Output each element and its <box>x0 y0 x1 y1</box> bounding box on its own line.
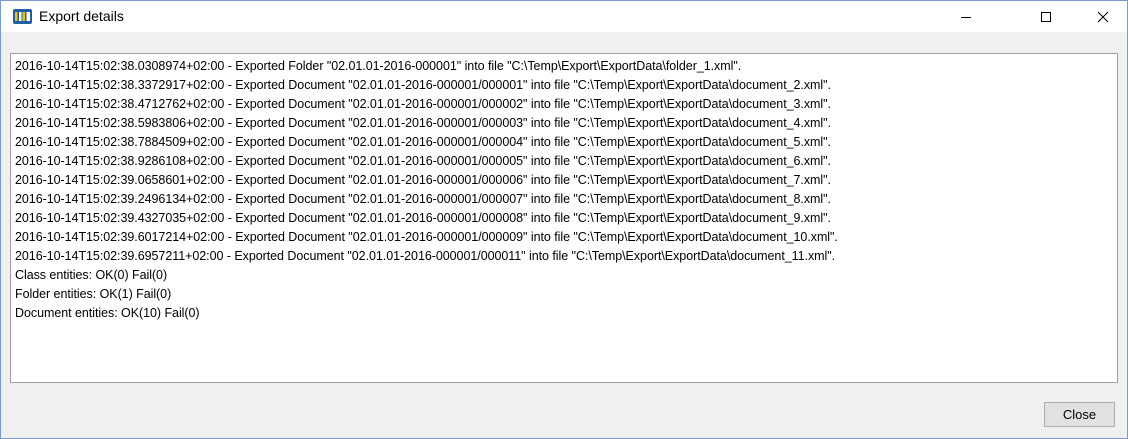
maximize-icon <box>1041 11 1051 22</box>
log-line: 2016-10-14T15:02:38.5983806+02:00 - Expo… <box>15 116 831 130</box>
maximize-button[interactable] <box>1023 1 1069 32</box>
close-button[interactable]: Close <box>1044 402 1115 427</box>
log-line: 2016-10-14T15:02:39.2496134+02:00 - Expo… <box>15 192 831 206</box>
log-line: 2016-10-14T15:02:38.7884509+02:00 - Expo… <box>15 135 831 149</box>
log-line: 2016-10-14T15:02:38.9286108+02:00 - Expo… <box>15 154 831 168</box>
close-icon <box>1097 11 1109 22</box>
log-line: 2016-10-14T15:02:39.6017214+02:00 - Expo… <box>15 230 838 244</box>
window-title: Export details <box>39 8 124 24</box>
summary-document-entities: Document entities: OK(10) Fail(0) <box>15 306 200 320</box>
log-line: 2016-10-14T15:02:39.6957211+02:00 - Expo… <box>15 249 836 263</box>
export-details-window: Export details 2016-10-14T15:02:38.03089… <box>0 0 1128 439</box>
log-line: 2016-10-14T15:02:39.0658601+02:00 - Expo… <box>15 173 831 187</box>
log-line: 2016-10-14T15:02:38.0308974+02:00 - Expo… <box>15 59 742 73</box>
log-line: 2016-10-14T15:02:38.3372917+02:00 - Expo… <box>15 78 831 92</box>
close-window-button[interactable] <box>1080 1 1126 32</box>
minimize-icon <box>961 16 971 18</box>
log-line: 2016-10-14T15:02:39.4327035+02:00 - Expo… <box>15 211 831 225</box>
title-bar[interactable]: Export details <box>1 1 1127 32</box>
log-line: 2016-10-14T15:02:38.4712762+02:00 - Expo… <box>15 97 831 111</box>
minimize-button[interactable] <box>943 1 989 32</box>
ims-app-icon <box>13 9 32 24</box>
export-log-textarea[interactable]: 2016-10-14T15:02:38.0308974+02:00 - Expo… <box>10 53 1118 383</box>
summary-class-entities: Class entities: OK(0) Fail(0) <box>15 268 168 282</box>
summary-folder-entities: Folder entities: OK(1) Fail(0) <box>15 287 172 301</box>
